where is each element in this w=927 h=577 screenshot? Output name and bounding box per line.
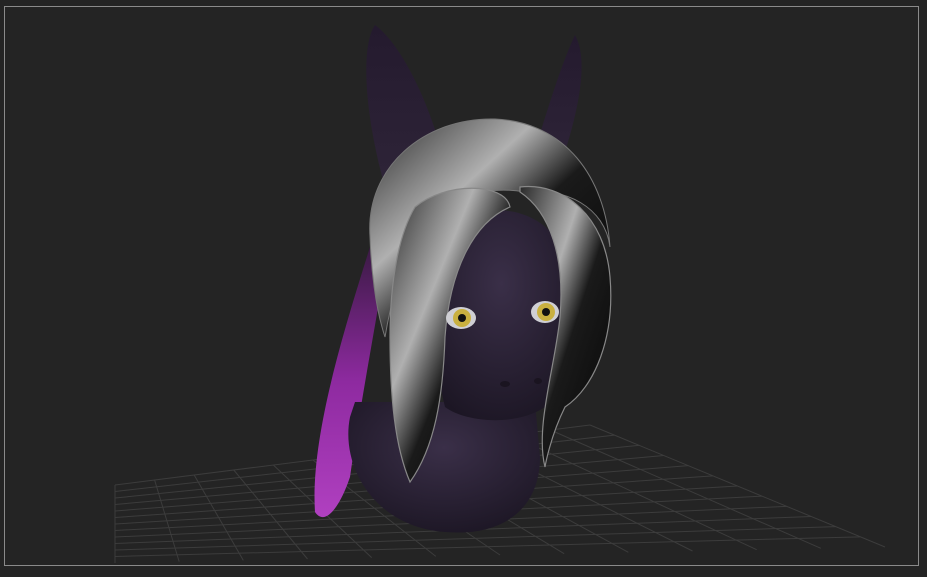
- 3d-viewport[interactable]: [4, 6, 919, 566]
- character-model[interactable]: [314, 25, 612, 533]
- left-eye: [446, 307, 476, 329]
- grid-line: [550, 429, 822, 549]
- neck-chest: [348, 402, 540, 533]
- viewport-scene[interactable]: [5, 7, 918, 565]
- right-eye: [531, 301, 559, 323]
- grid-line: [589, 424, 886, 548]
